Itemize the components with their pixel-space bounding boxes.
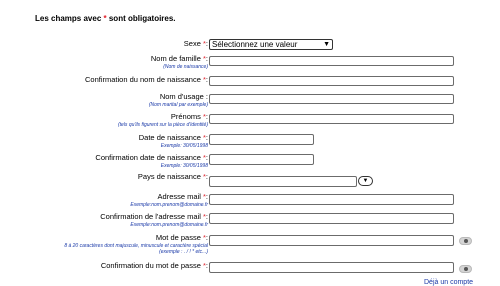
chevron-down-icon: ▼ (362, 178, 369, 184)
eye-icon[interactable] (459, 237, 472, 245)
label-confirm-nom: Confirmation du nom de naissance *: (84, 75, 208, 84)
required-notice: Les champs avec * sont obligatoires. (35, 14, 176, 23)
sexe-select[interactable]: Sélectionnez une valeur ▼ (209, 39, 333, 50)
mdp-input[interactable] (209, 235, 454, 246)
label-confirm-email: Confirmation de l'adresse mail *: Exempl… (100, 212, 208, 228)
nom-famille-input[interactable] (209, 56, 454, 66)
label-prenoms: Prénoms *: (tels qu'ils figurent sur la … (117, 112, 208, 128)
eye-icon[interactable] (459, 265, 472, 273)
existing-account-link[interactable]: Déjà un compte (424, 279, 473, 286)
label-pays: Pays de naissance *: (137, 172, 208, 181)
confirm-date-input[interactable] (209, 154, 314, 165)
email-input[interactable] (209, 194, 454, 205)
label-confirm-date: Confirmation date de naissance *: Exempl… (95, 153, 208, 169)
label-nom-famille: Nom de famille *: (Nom de naissance) (150, 54, 208, 70)
date-naissance-input[interactable] (209, 134, 314, 145)
label-email: Adresse mail *: Exemple:nom.prenom@domai… (130, 192, 208, 208)
chevron-down-icon: ▼ (323, 41, 330, 48)
nom-usage-input[interactable] (209, 94, 454, 104)
label-nom-usage: Nom d'usage : (Nom marital par exemple) (148, 92, 208, 108)
pays-input[interactable] (209, 176, 357, 187)
prenoms-input[interactable] (209, 114, 454, 124)
confirm-mdp-input[interactable] (209, 262, 454, 273)
pays-dropdown-button[interactable]: ▼ (358, 176, 373, 186)
notice-suffix: sont obligatoires. (108, 14, 176, 23)
notice-prefix: Les champs avec (35, 14, 102, 23)
label-confirm-mdp: Confirmation du mot de passe *: (100, 261, 208, 270)
label-sexe: Sexe *: (183, 39, 208, 48)
confirm-email-input[interactable] (209, 213, 454, 224)
required-star: * (103, 14, 107, 23)
confirm-nom-input[interactable] (209, 76, 454, 86)
label-mdp: Mot de passe *: 8 à 20 caractères dont m… (64, 233, 208, 255)
label-date-naissance: Date de naissance *: Exemple: 30/05/1998 (138, 133, 208, 149)
